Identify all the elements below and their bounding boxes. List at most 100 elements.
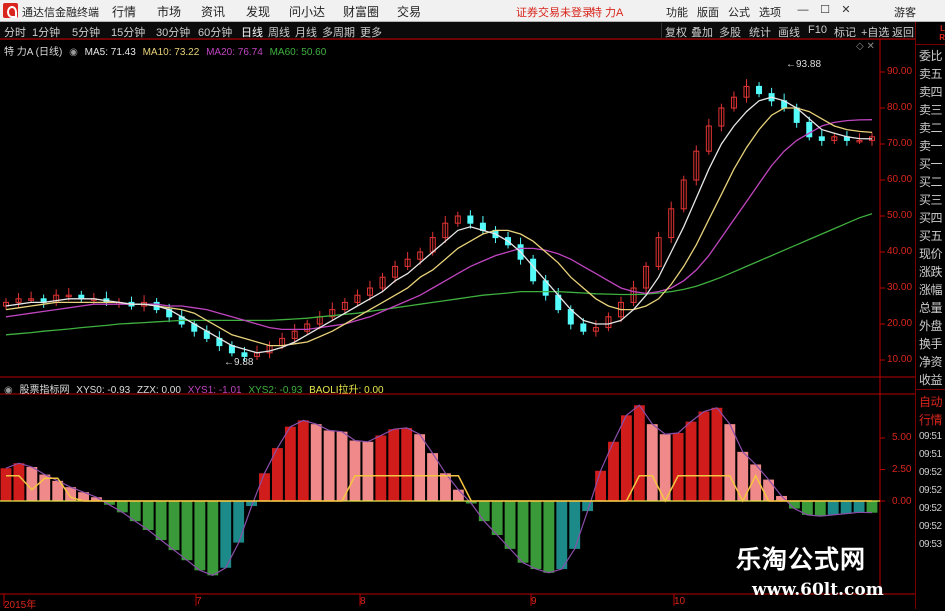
y-tick-label: 50.00	[887, 210, 913, 221]
histogram-bar	[724, 424, 736, 501]
histogram-bar	[685, 421, 697, 501]
histogram-bar	[414, 434, 426, 501]
indicator-legend: ◉ 股票指标网 XYS0: -0.93 ZZX: 0.00 XYS1: -1.0…	[4, 381, 388, 396]
ma20-line	[5, 119, 873, 331]
histogram-bar	[336, 431, 348, 501]
histogram-bar	[569, 501, 581, 549]
side-panel-divider	[916, 389, 945, 390]
histogram-bar	[763, 479, 775, 501]
zzx-value: ZZX: 0.00	[137, 385, 181, 396]
ma10-line	[5, 107, 873, 347]
side-item: 卖四	[919, 85, 943, 99]
ma5-line	[5, 96, 873, 354]
panel-options-icon[interactable]: ◇ ✕	[856, 41, 875, 52]
histogram-bar	[427, 453, 438, 501]
ma5-value: MA5: 71.43	[84, 47, 136, 58]
histogram-bar	[323, 430, 335, 501]
ma60-value: MA60: 50.60	[269, 47, 327, 58]
tick-time: 09:53	[919, 539, 942, 550]
tick-time: 09:51	[919, 449, 942, 460]
side-item: 买二	[919, 175, 943, 189]
histogram-bar	[827, 501, 839, 515]
histogram-bar	[840, 501, 852, 514]
baoli-value: BAOLI拉升: 0.00	[309, 385, 384, 396]
x-tick-label: 9	[531, 596, 537, 607]
low-price-annotation: ←9.88	[224, 357, 254, 368]
side-panel-divider	[916, 44, 945, 45]
side-panel-marker-l[interactable]: L	[940, 24, 945, 33]
high-price-value: 93.88	[796, 59, 822, 70]
quote-side-panel: L R 委比 卖五 卖四 卖三 卖二 卖一 买一 买二 买三 买四 买五 现价 …	[915, 22, 945, 609]
histogram-bar	[595, 470, 606, 501]
histogram-bar	[155, 501, 167, 541]
sub-y-tick-label: 2.50	[892, 464, 912, 475]
histogram-bar	[26, 466, 38, 501]
side-item: 收益	[919, 373, 943, 387]
side-item: 净资	[919, 355, 943, 369]
histogram-bar	[181, 501, 193, 561]
side-item: 卖二	[919, 121, 943, 135]
watermark-url: www.60lt.com	[752, 580, 884, 600]
x-tick-label: 8	[360, 596, 366, 607]
side-item: 买四	[919, 211, 943, 225]
y-tick-label: 60.00	[887, 174, 913, 185]
histogram-bar	[233, 501, 245, 543]
tick-time: 09:51	[919, 431, 942, 442]
histogram-bar	[672, 432, 684, 501]
indicator-title: 股票指标网	[19, 385, 70, 396]
main-chart-title: 特 力A (日线)	[4, 47, 63, 58]
histogram-bar	[349, 440, 361, 501]
ma10-value: MA10: 73.22	[142, 47, 200, 58]
side-item: 涨幅	[919, 283, 943, 297]
side-item: 委比	[919, 49, 943, 63]
histogram-bar	[310, 424, 322, 501]
histogram-bar	[814, 501, 826, 517]
chart-canvas[interactable]	[0, 0, 915, 609]
histogram-bar	[866, 501, 878, 513]
histogram-bar	[297, 420, 309, 501]
side-item: 总量	[919, 301, 943, 315]
histogram-bar	[517, 501, 529, 563]
histogram-bar	[711, 407, 723, 501]
ma60-line	[5, 213, 873, 336]
y-tick-label: 30.00	[887, 282, 913, 293]
auto-quote-toggle-label[interactable]: 行情	[919, 411, 943, 428]
histogram-bar	[142, 501, 154, 530]
candle-body	[756, 85, 763, 95]
y-tick-label: 20.00	[887, 318, 913, 329]
histogram-bar	[530, 501, 542, 570]
candle-body	[241, 352, 248, 357]
watermark-title: 乐淘公式网	[736, 545, 867, 574]
ma20-value: MA20: 76.74	[206, 47, 263, 58]
high-price-annotation: ←93.88	[786, 59, 822, 70]
histogram-bar	[168, 501, 180, 551]
side-item: 买五	[919, 229, 943, 243]
histogram-bar	[478, 501, 490, 522]
histogram-bar	[284, 426, 296, 501]
side-item: 买三	[919, 193, 943, 207]
histogram-bar	[220, 501, 232, 568]
tick-time: 09:52	[919, 503, 942, 514]
histogram-bar	[853, 501, 865, 513]
histogram-bar	[401, 427, 413, 501]
histogram-bar	[452, 489, 464, 501]
candle-body	[818, 136, 825, 141]
indicator-settings-icon[interactable]: ◉	[4, 385, 13, 396]
auto-quote-toggle[interactable]: 自动	[919, 393, 943, 410]
xys0-value: XYS0: -0.93	[76, 385, 131, 396]
histogram-bar	[556, 501, 568, 570]
side-item: 换手	[919, 337, 943, 351]
histogram-bar	[543, 501, 555, 573]
y-tick-label: 70.00	[887, 138, 913, 149]
histogram-bar	[207, 501, 219, 576]
side-item: 卖三	[919, 103, 943, 117]
sub-y-tick-label: 0.00	[892, 496, 912, 507]
settings-icon[interactable]: ◉	[69, 47, 78, 58]
low-price-value: 9.88	[234, 357, 254, 368]
histogram-bar	[362, 441, 374, 501]
candle-body	[580, 323, 587, 332]
histogram-bar	[0, 468, 12, 501]
side-panel-marker-r[interactable]: R	[939, 33, 945, 42]
histogram-bar	[620, 415, 632, 501]
x-tick-label: 10	[674, 596, 686, 607]
